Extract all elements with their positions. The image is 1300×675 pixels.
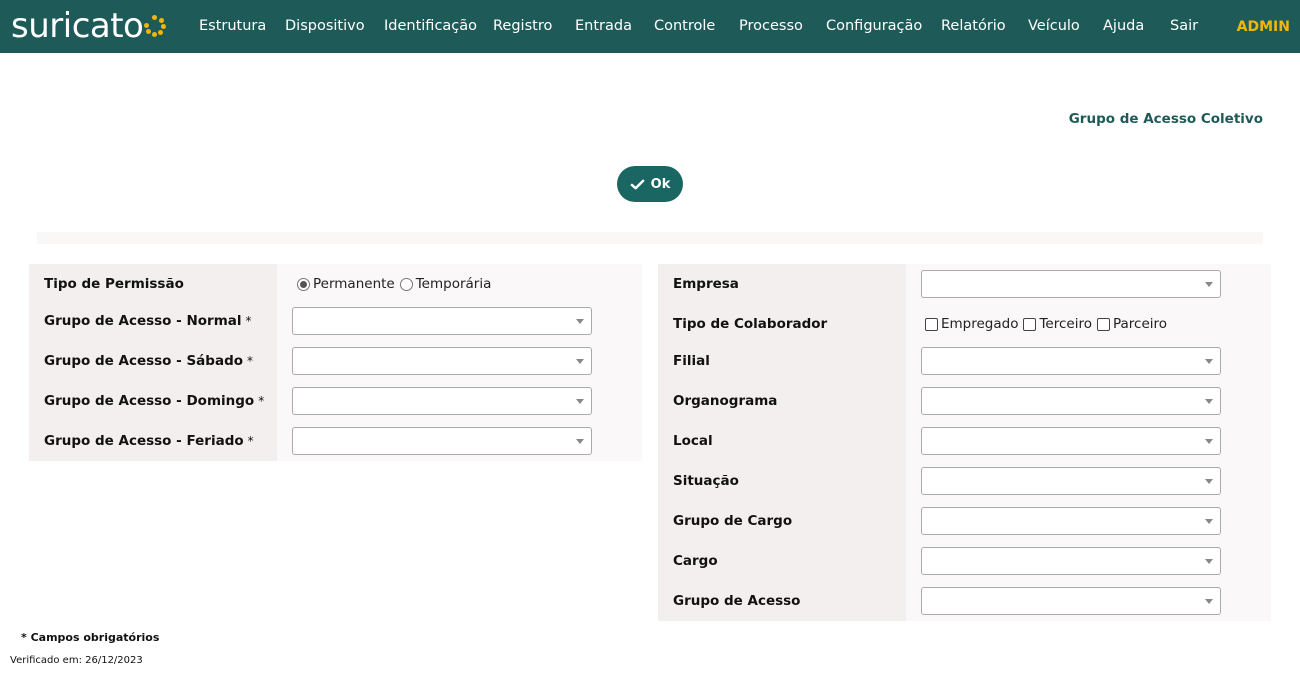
check-icon	[630, 179, 644, 189]
chevron-down-icon	[1205, 439, 1213, 444]
cargo-select[interactable]	[921, 547, 1221, 575]
local-select[interactable]	[921, 427, 1221, 455]
menu-identificacao[interactable]: Identificação	[384, 18, 477, 34]
tipo-colaborador-checkboxes: Empregado Terceiro Parceiro	[925, 316, 1172, 332]
filial-label: Filial	[673, 353, 710, 369]
page-title: Grupo de Acesso Coletivo	[1068, 111, 1263, 127]
cargo-label: Cargo	[673, 553, 718, 569]
required-mark: *	[247, 354, 254, 368]
logo-dots-icon	[144, 15, 167, 37]
grupo-cargo-label: Grupo de Cargo	[673, 513, 793, 529]
verified-date: Verificado em: 26/12/2023	[10, 655, 143, 666]
grupo-acesso-select[interactable]	[921, 587, 1221, 615]
menu-relatorio[interactable]: Relatório	[941, 18, 1006, 34]
tipo-permissao-radio-group: Permanente Temporária	[297, 276, 496, 292]
menu-estrutura[interactable]: Estrutura	[199, 18, 266, 34]
tipo-permissao-label: Tipo de Permissão	[44, 276, 184, 292]
grupo-feriado-select[interactable]	[292, 427, 592, 455]
menu-controle[interactable]: Controle	[654, 18, 715, 34]
checkbox-parceiro[interactable]	[1097, 317, 1110, 331]
empresa-label: Empresa	[673, 276, 739, 292]
user-name[interactable]: ADMIN	[1237, 19, 1290, 35]
logo-text: suricato	[11, 6, 144, 46]
chevron-down-icon	[576, 319, 584, 324]
menu-dispositivo[interactable]: Dispositivo	[285, 18, 365, 34]
chevron-down-icon	[1205, 359, 1213, 364]
suricato-logo[interactable]: suricato	[11, 4, 167, 48]
required-mark: *	[258, 394, 265, 408]
checkbox-terceiro[interactable]	[1023, 317, 1037, 331]
organograma-select[interactable]	[921, 387, 1221, 415]
menu-entrada[interactable]: Entrada	[575, 18, 632, 34]
section-divider	[37, 232, 1263, 244]
checkbox-empregado-label[interactable]: Empregado	[941, 316, 1018, 332]
top-navigation-bar: suricato Estrutura Dispositivo Identific…	[0, 0, 1300, 53]
menu-ajuda[interactable]: Ajuda	[1103, 18, 1144, 34]
grupo-normal-label: Grupo de Acesso - Normal *	[44, 313, 252, 329]
chevron-down-icon	[1205, 519, 1213, 524]
grupo-domingo-label: Grupo de Acesso - Domingo *	[44, 393, 264, 409]
organograma-label: Organograma	[673, 393, 778, 409]
radio-permanente[interactable]	[297, 277, 310, 291]
situacao-select[interactable]	[921, 467, 1221, 495]
grupo-feriado-label: Grupo de Acesso - Feriado *	[44, 433, 254, 449]
menu-veiculo[interactable]: Veículo	[1028, 18, 1080, 34]
ok-button[interactable]: Ok	[617, 166, 683, 202]
grupo-sabado-label: Grupo de Acesso - Sábado *	[44, 353, 253, 369]
chevron-down-icon	[1205, 282, 1213, 287]
chevron-down-icon	[1205, 399, 1213, 404]
menu-sair[interactable]: Sair	[1170, 18, 1198, 34]
grupo-sabado-select[interactable]	[292, 347, 592, 375]
checkbox-empregado[interactable]	[925, 317, 938, 331]
required-mark: *	[247, 434, 254, 448]
radio-temporaria[interactable]	[399, 277, 413, 291]
required-fields-note: * Campos obrigatórios	[21, 631, 160, 644]
chevron-down-icon	[576, 359, 584, 364]
local-label: Local	[673, 433, 713, 449]
grupo-normal-select[interactable]	[292, 307, 592, 335]
chevron-down-icon	[1205, 479, 1213, 484]
checkbox-terceiro-label[interactable]: Terceiro	[1039, 316, 1092, 332]
grupo-normal-label-text: Grupo de Acesso - Normal	[44, 313, 242, 329]
grupo-acesso-label: Grupo de Acesso	[673, 593, 801, 609]
grupo-domingo-select[interactable]	[292, 387, 592, 415]
required-mark: *	[245, 314, 252, 328]
chevron-down-icon	[576, 399, 584, 404]
empresa-select[interactable]	[921, 270, 1221, 298]
chevron-down-icon	[1205, 559, 1213, 564]
ok-button-label: Ok	[650, 176, 671, 192]
chevron-down-icon	[1205, 599, 1213, 604]
tipo-colaborador-label: Tipo de Colaborador	[673, 316, 828, 332]
chevron-down-icon	[576, 439, 584, 444]
filial-select[interactable]	[921, 347, 1221, 375]
grupo-domingo-label-text: Grupo de Acesso - Domingo	[44, 393, 255, 409]
menu-configuracao[interactable]: Configuração	[826, 18, 922, 34]
grupo-sabado-label-text: Grupo de Acesso - Sábado	[44, 353, 244, 369]
radio-temporaria-label[interactable]: Temporária	[416, 276, 492, 292]
situacao-label: Situação	[673, 473, 739, 489]
radio-permanente-label[interactable]: Permanente	[313, 276, 395, 292]
checkbox-parceiro-label[interactable]: Parceiro	[1113, 316, 1167, 332]
grupo-cargo-select[interactable]	[921, 507, 1221, 535]
grupo-feriado-label-text: Grupo de Acesso - Feriado	[44, 433, 244, 449]
menu-processo[interactable]: Processo	[739, 18, 803, 34]
menu-registro[interactable]: Registro	[493, 18, 552, 34]
